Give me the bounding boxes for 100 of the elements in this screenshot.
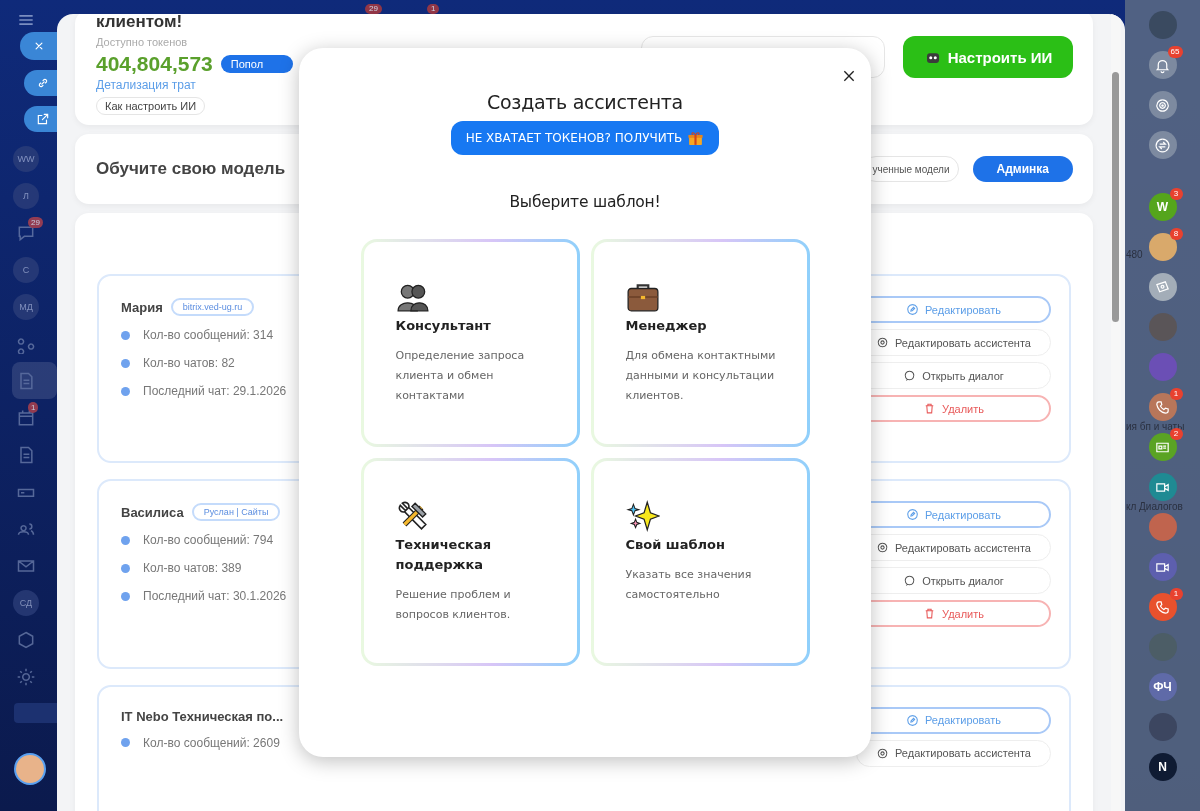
card-title: клиентом! xyxy=(96,14,183,32)
nav-item[interactable]: МД xyxy=(0,288,40,325)
nav-item[interactable] xyxy=(12,362,57,399)
template-description: Указать все значения самостоятельно xyxy=(625,567,753,603)
stat-text: Кол-во чатов: 389 xyxy=(143,561,242,576)
count-badge: 2 xyxy=(1169,428,1183,440)
action-button[interactable]: Редактировать ассистента xyxy=(856,739,1051,767)
money-icon[interactable] xyxy=(1148,273,1177,301)
scrollbar[interactable] xyxy=(1111,14,1121,811)
assistant-tag: bitrix.ved-ug.ru xyxy=(170,298,255,316)
template-title: Свой шаблон xyxy=(625,536,726,554)
settings-icon xyxy=(876,746,889,760)
swap-icon[interactable] xyxy=(1148,131,1177,159)
gift-icon xyxy=(687,129,705,147)
count-badge: 8 xyxy=(1169,228,1183,240)
settings-icon xyxy=(876,336,889,349)
card-icon[interactable] xyxy=(1148,433,1177,461)
bullet-dot xyxy=(121,591,130,601)
edit-icon xyxy=(906,303,919,316)
bullet-dot xyxy=(121,386,130,396)
gear-icon xyxy=(16,666,36,687)
bullet-dot xyxy=(121,358,130,368)
stat-text: Кол-во сообщений: 2609 xyxy=(143,735,280,750)
edit-icon xyxy=(906,508,919,522)
video-icon[interactable] xyxy=(1148,553,1177,581)
trash-icon xyxy=(923,607,936,621)
target-icon[interactable] xyxy=(1148,91,1177,119)
chat-avatar[interactable]: N xyxy=(1148,753,1177,781)
chat-avatar[interactable]: ФЧ xyxy=(1148,673,1177,701)
template-description: Определение запроса клиента и обмен контактами xyxy=(395,348,526,404)
bullet-dot xyxy=(121,563,130,573)
nav-item[interactable]: Л xyxy=(0,177,40,214)
count-badge: 29 xyxy=(28,217,43,228)
link-button[interactable] xyxy=(24,70,57,96)
initials-avatar: WW xyxy=(13,145,39,172)
help-chip[interactable]: Как настроить ИИ xyxy=(96,97,206,115)
dialog-subtitle: Выберите шаблон! xyxy=(509,193,661,211)
get-tokens-button[interactable]: НЕ ХВАТАЕТ ТОКЕНОВ? ПОЛУЧИТЬ xyxy=(450,121,720,155)
user-avatar[interactable] xyxy=(14,753,46,785)
count-badge: 1 xyxy=(1169,388,1183,400)
count-badge: 1 xyxy=(1169,588,1183,600)
notification-badge: 29 xyxy=(365,4,382,14)
assistant-name: IT Nebo Техническая по... xyxy=(121,708,284,724)
trash-icon xyxy=(923,402,936,415)
initials-avatar: СД xyxy=(13,589,39,616)
sparkles-icon xyxy=(625,499,660,533)
assistant-name: Мария xyxy=(121,299,163,315)
nav-item[interactable]: С xyxy=(0,251,40,288)
dialog-title: Создать ассистента xyxy=(487,91,683,113)
video-icon[interactable] xyxy=(1148,473,1177,501)
admin-button[interactable]: Админка xyxy=(972,156,1073,182)
nav-item[interactable]: WW xyxy=(0,140,40,177)
notification-badge: 1 xyxy=(427,4,440,14)
template-description: Решение проблем и вопросов клиентов. xyxy=(395,587,512,623)
edit-icon xyxy=(906,713,919,727)
chat-label: 480 xyxy=(1126,249,1143,261)
assistant-tag: Руслан | Сайты xyxy=(191,503,281,522)
template-title: Техническая поддержка xyxy=(395,536,493,574)
stat-text: Последний чат: 29.1.2026 xyxy=(143,384,287,398)
external-button[interactable] xyxy=(24,106,57,132)
chat-icon xyxy=(903,369,917,382)
settings-icon xyxy=(876,541,889,555)
bullet-dot xyxy=(121,738,130,748)
bell-icon[interactable] xyxy=(1148,51,1177,79)
photo-placeholder[interactable] xyxy=(1148,233,1177,261)
close-icon[interactable] xyxy=(841,68,857,84)
external-icon xyxy=(36,112,50,126)
count-badge: 3 xyxy=(1169,188,1183,200)
token-count: 404,804,573 xyxy=(96,52,213,76)
template-title: Менеджер xyxy=(625,317,708,335)
phone-icon[interactable] xyxy=(1148,393,1177,421)
stat-text: Кол-во сообщений: 314 xyxy=(143,328,274,342)
template-title: Консультант xyxy=(395,317,492,335)
topup-button[interactable]: Попол xyxy=(220,55,294,73)
initials-avatar: С xyxy=(13,256,39,283)
template-description: Для обмена контактными данными и консультации клиентов. xyxy=(625,348,776,404)
stat-text: Последний чат: 30.1.2026 xyxy=(143,589,287,604)
photo-placeholder[interactable] xyxy=(1148,513,1177,541)
tokens-label: Доступно токенов xyxy=(96,36,188,48)
details-link[interactable]: Детализация трат xyxy=(96,78,196,92)
stat-text: Кол-во сообщений: 794 xyxy=(143,533,274,548)
hexagon-icon xyxy=(16,629,36,650)
nav-item[interactable]: 29 xyxy=(0,214,40,251)
link-icon xyxy=(36,76,50,90)
phone-icon[interactable] xyxy=(1148,593,1177,621)
initials-avatar: МД xyxy=(13,293,39,320)
setup-button[interactable]: Настроить ИИ xyxy=(903,36,1073,78)
count-badge: 65 xyxy=(1167,46,1183,58)
count-badge: 1 xyxy=(28,402,39,413)
nav-item[interactable]: СД xyxy=(0,584,40,621)
chat-label: кл Диалогов xyxy=(1126,501,1183,513)
initials-avatar: Л xyxy=(13,182,39,209)
close-button[interactable] xyxy=(20,32,57,60)
stat-text: Кол-во чатов: 82 xyxy=(143,356,235,370)
chat-icon xyxy=(903,574,917,588)
assistant-name: Василиса xyxy=(121,504,184,520)
nav-item[interactable]: 1 xyxy=(0,399,40,436)
card-title: Обучите свою модель xyxy=(96,159,286,179)
bullet-dot xyxy=(121,330,130,340)
bullet-dot xyxy=(121,535,130,545)
